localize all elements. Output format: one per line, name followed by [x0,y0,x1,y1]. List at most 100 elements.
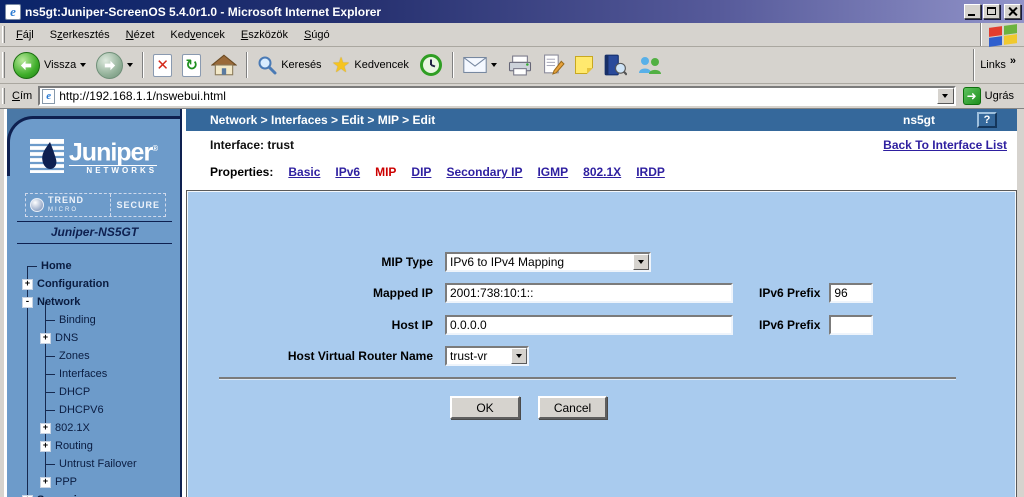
help-button[interactable]: ? [977,112,997,128]
breadcrumb-bar: Network > Interfaces > Edit > MIP > Edit… [186,109,1017,131]
print-icon [507,55,533,76]
research-button[interactable] [598,49,632,81]
host-ip-row: Host IP IPv6 Prefix [187,314,873,335]
sidebar-item-untrust-failover[interactable]: Untrust Failover [12,455,180,473]
sidebar-item-dhcp[interactable]: DHCP [12,383,180,401]
url-input[interactable] [59,89,936,103]
page-title: Interface: trust [210,138,294,152]
ok-button[interactable]: OK [450,396,520,419]
tree-dash [45,410,55,411]
tab-igmp[interactable]: IGMP [537,165,568,179]
history-icon [419,53,443,77]
discuss-button[interactable] [570,49,598,81]
sidebar-item-routing[interactable]: +Routing [12,437,180,455]
history-button[interactable] [414,49,448,81]
close-button[interactable] [1004,4,1021,19]
go-arrow-icon: ➜ [963,87,981,105]
form-panel: MIP Type IPv6 to IPv4 Mapping Mapped IP … [186,190,1017,497]
stop-icon: ✕ [153,54,172,77]
host-vr-label: Host Virtual Router Name [187,349,439,363]
throbber-box [980,23,1024,46]
edit-button[interactable] [538,49,570,81]
trend-sphere-icon [30,198,44,212]
back-button[interactable]: Vissza [8,49,91,81]
tab-8021x[interactable]: 802.1X [583,165,621,179]
sidebar-item-configuration[interactable]: +Configuration [12,275,180,293]
ipv6-prefix-input[interactable] [829,283,873,303]
host-vr-row: Host Virtual Router Name trust-vr [187,345,529,366]
refresh-button[interactable]: ↻ [177,49,206,81]
print-button[interactable] [502,49,538,81]
mip-type-value: IPv6 to IPv4 Mapping [447,254,633,270]
back-label: Vissza [44,59,76,71]
select-arrow-button[interactable] [633,254,649,270]
tab-irdp[interactable]: IRDP [636,165,665,179]
maximize-icon [987,7,996,15]
toolbar-grip-2[interactable] [2,52,5,77]
sidebar-item-ppp[interactable]: +PPP [12,473,180,491]
menu-file[interactable]: Fájl [8,26,42,44]
messenger-icon [637,55,663,75]
search-label: Keresés [281,59,321,71]
chevron-down-icon [638,260,644,264]
links-bar[interactable]: Links » [973,49,1024,81]
menu-help[interactable]: Súgó [296,26,338,44]
menu-favorites[interactable]: Kedvencek [162,26,232,44]
address-dropdown-button[interactable] [937,88,954,104]
host-ipv6-prefix-input[interactable] [829,315,873,335]
minimize-button[interactable] [964,4,981,19]
properties-tabs: Properties: Basic IPv6 MIP DIP Secondary… [210,165,1007,179]
browser-window: e ns5gt:Juniper-ScreenOS 5.4.0r1.0 - Mic… [0,0,1024,497]
sidebar-item-8021x[interactable]: +802.1X [12,419,180,437]
expand-icon[interactable]: + [40,333,51,344]
expand-icon[interactable]: + [22,279,33,290]
menu-tools[interactable]: Eszközök [233,26,296,44]
tab-basic[interactable]: Basic [288,165,320,179]
go-button[interactable]: ➜ Ugrás [960,85,1020,107]
sidebar-item-network[interactable]: -Network [12,293,180,311]
registered-mark: ® [152,144,157,153]
trend-sub-label: MICRO [48,207,78,213]
sidebar-item-dhcpv6[interactable]: DHCPV6 [12,401,180,419]
expand-icon[interactable]: + [40,441,51,452]
device-badge: ns5gt [903,113,935,127]
juniper-flame-icon [30,139,64,173]
favorites-button[interactable]: ★ Kedvencek [327,49,414,81]
messenger-button[interactable] [632,49,668,81]
cancel-button[interactable]: Cancel [538,396,607,419]
sidebar-item-home[interactable]: Home [12,257,180,275]
expand-icon[interactable]: + [40,477,51,488]
standard-toolbar: Vissza ✕ ↻ Keresés ★ Kedvencek [0,47,1024,84]
menu-view[interactable]: Nézet [118,26,163,44]
tab-ipv6[interactable]: IPv6 [335,165,360,179]
sidebar-item-dns[interactable]: +DNS [12,329,180,347]
menu-edit[interactable]: Szerkesztés [42,26,118,44]
tab-secondary-ip[interactable]: Secondary IP [446,165,522,179]
host-ip-input[interactable] [445,315,733,335]
sidebar-item-zones[interactable]: Zones [12,347,180,365]
toolbar-grip[interactable] [2,26,5,42]
home-button[interactable] [206,49,242,81]
mail-button[interactable] [458,49,502,81]
secure-label: SECURE [110,194,165,216]
chevron-down-icon [942,94,948,98]
mapped-ip-input[interactable] [445,283,733,303]
forward-button[interactable] [91,49,138,81]
toolbar-grip-3[interactable] [2,88,5,105]
stop-button[interactable]: ✕ [148,49,177,81]
search-button[interactable]: Keresés [252,49,326,81]
sidebar-item-interfaces[interactable]: Interfaces [12,365,180,383]
collapse-icon[interactable]: - [22,297,33,308]
host-vr-select[interactable]: trust-vr [445,346,529,366]
page-icon: e [42,89,55,104]
tab-dip[interactable]: DIP [411,165,431,179]
tab-mip[interactable]: MIP [375,165,396,179]
mip-type-select[interactable]: IPv6 to IPv4 Mapping [445,252,651,272]
sidebar-item-binding[interactable]: Binding [12,311,180,329]
sidebar-item-screening[interactable]: +Screening [12,491,180,497]
address-field: e [38,86,955,106]
back-to-interface-list-link[interactable]: Back To Interface List [883,138,1007,152]
maximize-button[interactable] [983,4,1000,19]
expand-icon[interactable]: + [40,423,51,434]
select-arrow-button[interactable] [511,348,527,364]
